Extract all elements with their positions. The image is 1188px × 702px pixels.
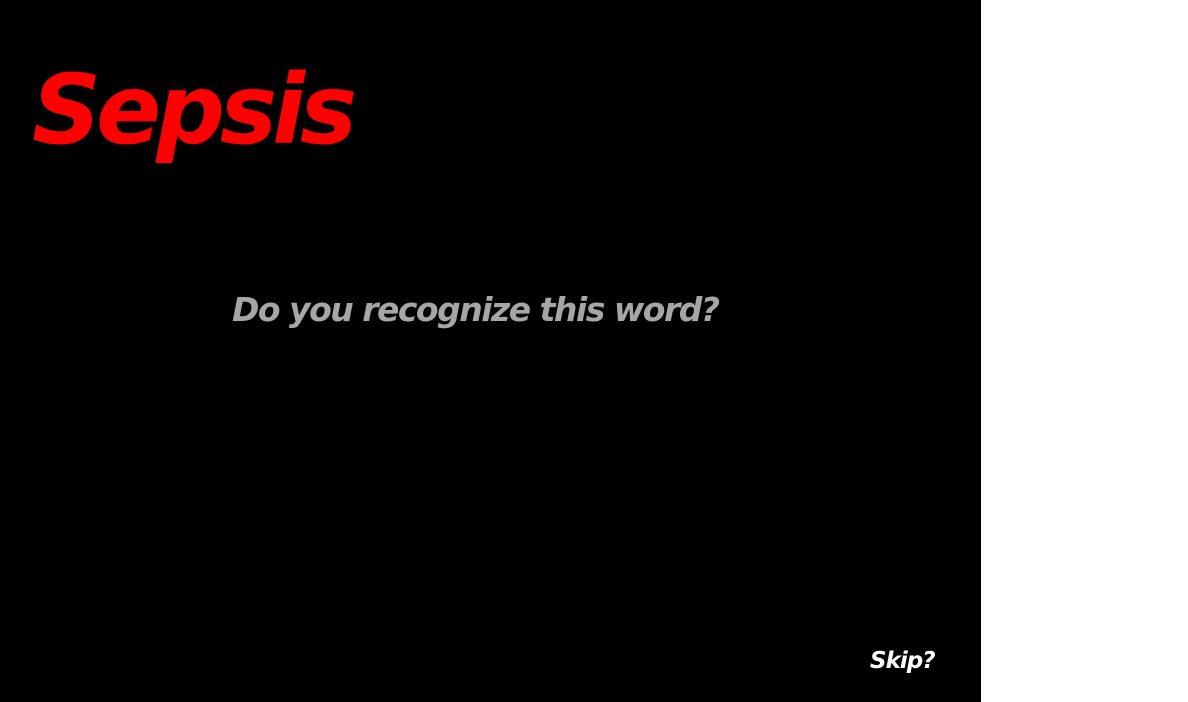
skip-button[interactable]: Skip? <box>870 645 936 677</box>
stimulus-word: Sepsis <box>32 54 357 166</box>
blank-side-panel <box>981 0 1188 702</box>
recognition-question: Do you recognize this word? <box>232 290 720 329</box>
stimulus-stage: Sepsis Do you recognize this word? Skip? <box>0 0 981 702</box>
